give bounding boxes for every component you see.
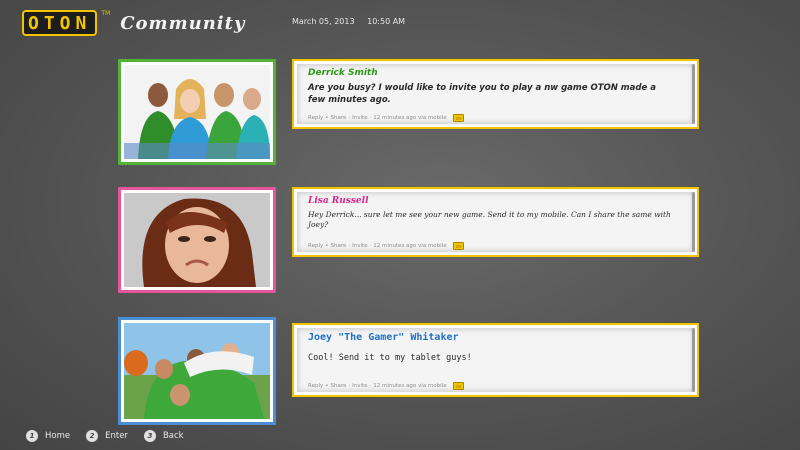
key-2-icon: 2: [86, 430, 99, 442]
invite-link[interactable]: Invite: [352, 383, 367, 389]
photo-group-friends: [124, 65, 270, 159]
enter-label: Enter: [105, 431, 128, 441]
app-header: OTON TM Community: [22, 8, 245, 38]
mobile-icon: [452, 114, 464, 122]
scrollbar[interactable]: [692, 328, 695, 392]
bottom-nav: 1 Home 2 Enter 3 Back: [26, 430, 200, 442]
home-button[interactable]: 1 Home: [26, 430, 70, 442]
back-label: Back: [162, 431, 184, 441]
page-title: Community: [120, 12, 246, 34]
post-author[interactable]: Lisa Russell: [308, 196, 369, 206]
post-timestamp: 12 minutes ago via mobile: [373, 243, 447, 249]
datetime: March 05, 2013 10:50 AM: [292, 17, 415, 26]
date-label: March 05, 2013: [292, 17, 355, 26]
avatar-joey-whitaker[interactable]: [118, 317, 276, 425]
scrollbar[interactable]: [692, 64, 695, 124]
share-link[interactable]: Share: [330, 383, 346, 389]
back-button[interactable]: 3 Back: [143, 430, 184, 442]
post-message: Cool! Send it to my tablet guys!: [308, 353, 472, 363]
photo-friends-piggyback: [124, 323, 270, 419]
photo-image: [124, 193, 270, 287]
share-link[interactable]: Share: [330, 115, 346, 121]
photo-woman-grimace: [124, 193, 270, 287]
post-author[interactable]: Joey "The Gamer" Whitaker: [308, 332, 459, 343]
post-message: Are you busy? I would like to invite you…: [308, 83, 656, 105]
invite-link[interactable]: Invite: [352, 243, 367, 249]
key-3-icon: 3: [143, 430, 156, 442]
mobile-icon: [452, 242, 464, 250]
post-timestamp: 12 minutes ago via mobile: [373, 383, 447, 389]
post-meta: Reply • Share · Invite · 12 minutes ago via…: [308, 114, 464, 122]
post-message: Hey Derrick... sure let me see your new …: [308, 210, 671, 229]
post-card[interactable]: Joey "The Gamer" Whitaker Cool! Send it …: [292, 323, 699, 397]
post-card[interactable]: Derrick Smith Are you busy? I would like…: [292, 59, 699, 129]
photo-image: [124, 65, 270, 159]
reply-link[interactable]: Reply: [308, 115, 323, 121]
avatar-derrick-smith[interactable]: [118, 59, 276, 165]
photo-image: [124, 323, 270, 419]
key-1-icon: 1: [26, 430, 38, 442]
reply-link[interactable]: Reply: [308, 243, 323, 249]
post-author[interactable]: Derrick Smith: [308, 68, 378, 78]
mobile-icon: [452, 382, 464, 390]
trademark: TM: [101, 10, 111, 17]
avatar-lisa-russell[interactable]: [118, 187, 276, 293]
enter-button[interactable]: 2 Enter: [86, 430, 128, 442]
post-meta: Reply • Share · Invite · 12 minutes ago via…: [308, 242, 464, 250]
share-link[interactable]: Share: [330, 243, 346, 249]
post-card[interactable]: Lisa Russell Hey Derrick... sure let me …: [292, 187, 699, 257]
oton-logo[interactable]: OTON: [22, 10, 98, 36]
post-timestamp: 12 minutes ago via mobile: [373, 115, 447, 121]
scrollbar[interactable]: [692, 192, 695, 252]
logo-text: OTON: [28, 12, 92, 34]
home-label: Home: [45, 431, 71, 441]
time-label: 10:50 AM: [367, 17, 406, 26]
invite-link[interactable]: Invite: [352, 115, 367, 121]
post-meta: Reply • Share · Invite · 12 minutes ago via…: [308, 382, 464, 390]
reply-link[interactable]: Reply: [308, 383, 323, 389]
